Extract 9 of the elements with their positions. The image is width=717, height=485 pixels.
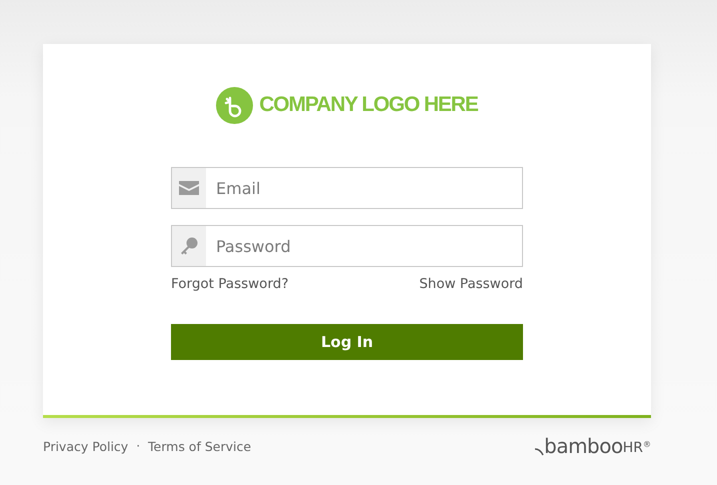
footer-link[interactable]: Terms of Service	[148, 438, 252, 454]
separator-dot: ·	[136, 439, 140, 453]
footer-link[interactable]: Privacy Policy	[43, 438, 128, 454]
login-button[interactable]: Log In	[171, 324, 523, 360]
brand-logo: bambooHR®	[534, 436, 651, 456]
company-logo-text: COMPANY LOGO HERE	[259, 92, 478, 118]
show-password-link[interactable]: Show Password	[419, 276, 523, 292]
logo-icon	[216, 86, 254, 124]
forgot-password-link[interactable]: Forgot Password?	[171, 276, 288, 292]
